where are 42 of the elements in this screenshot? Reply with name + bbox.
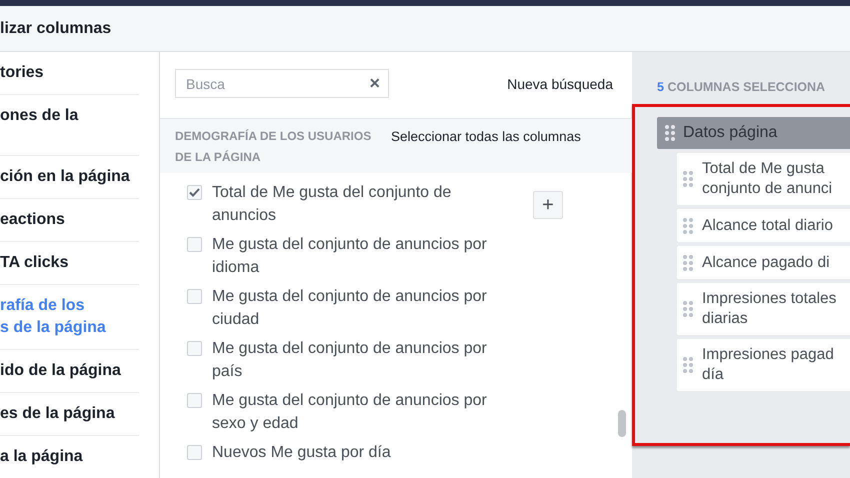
sidebar-item[interactable]: tories <box>0 52 139 95</box>
column-item[interactable]: Impresiones totales diarias <box>677 283 850 335</box>
checkbox[interactable] <box>187 445 202 460</box>
dialog-title: lizar columnas <box>0 20 112 38</box>
checkbox[interactable] <box>187 289 202 304</box>
checkbox[interactable] <box>187 237 202 252</box>
option-label: Total de Me gusta del conjunto de anuncios <box>212 183 452 226</box>
sidebar-item[interactable]: a la página <box>0 436 139 478</box>
scrollbar-thumb[interactable] <box>618 410 626 437</box>
drag-handle-icon[interactable] <box>683 218 693 234</box>
select-all-link[interactable]: Seleccionar todas las columnas <box>391 126 581 147</box>
drag-handle-icon[interactable] <box>683 254 693 270</box>
group-label: Datos página <box>683 124 778 142</box>
option-label: Me gusta del conjunto de anuncios por país <box>212 339 487 382</box>
sidebar-item[interactable]: eactions <box>0 199 139 242</box>
group-header[interactable]: Datos página <box>657 117 850 149</box>
section-title: DEMOGRAFÍA DE LOS USUARIOS DE LA PÁGINA <box>175 128 372 166</box>
option-label: Nuevos Me gusta por día <box>212 443 391 463</box>
drag-handle-icon[interactable] <box>665 125 675 141</box>
checkbox[interactable] <box>187 393 202 408</box>
column-item[interactable]: Alcance total diario <box>677 209 850 242</box>
checkbox[interactable] <box>187 185 202 200</box>
drag-handle-icon[interactable] <box>683 301 693 317</box>
option-label: Me gusta del conjunto de anuncios por sexo y edad <box>212 391 487 434</box>
clear-button[interactable]: × <box>369 73 380 93</box>
drag-handle-icon[interactable] <box>683 357 693 373</box>
add-button[interactable]: + <box>533 191 563 219</box>
sidebar-item[interactable]: ones de la <box>0 95 139 156</box>
option-label: Me gusta del conjunto de anuncios por ciudad <box>212 287 487 330</box>
selected-count-heading: 5 COLUMNAS SELECCIONA <box>656 80 826 94</box>
new-search-link[interactable]: Nueva búsqueda <box>507 76 613 92</box>
drag-handle-icon[interactable] <box>683 171 693 187</box>
sidebar-item[interactable]: TA clicks <box>0 242 139 285</box>
column-item[interactable]: Alcance pagado di <box>677 246 850 279</box>
sidebar-item[interactable]: ción en la página <box>0 156 139 199</box>
option-label: Me gusta del conjunto de anuncios por idioma <box>212 235 487 278</box>
sidebar-item[interactable]: rafía de los s de la página <box>0 285 139 350</box>
sidebar-item[interactable]: es de la página <box>0 393 139 436</box>
column-item[interactable]: Total de Me gusta conjunto de anunci <box>677 153 850 205</box>
checkbox[interactable] <box>187 341 202 356</box>
column-item[interactable]: Impresiones pagad día <box>677 339 850 391</box>
sidebar-item[interactable]: ido de la página <box>0 350 139 393</box>
